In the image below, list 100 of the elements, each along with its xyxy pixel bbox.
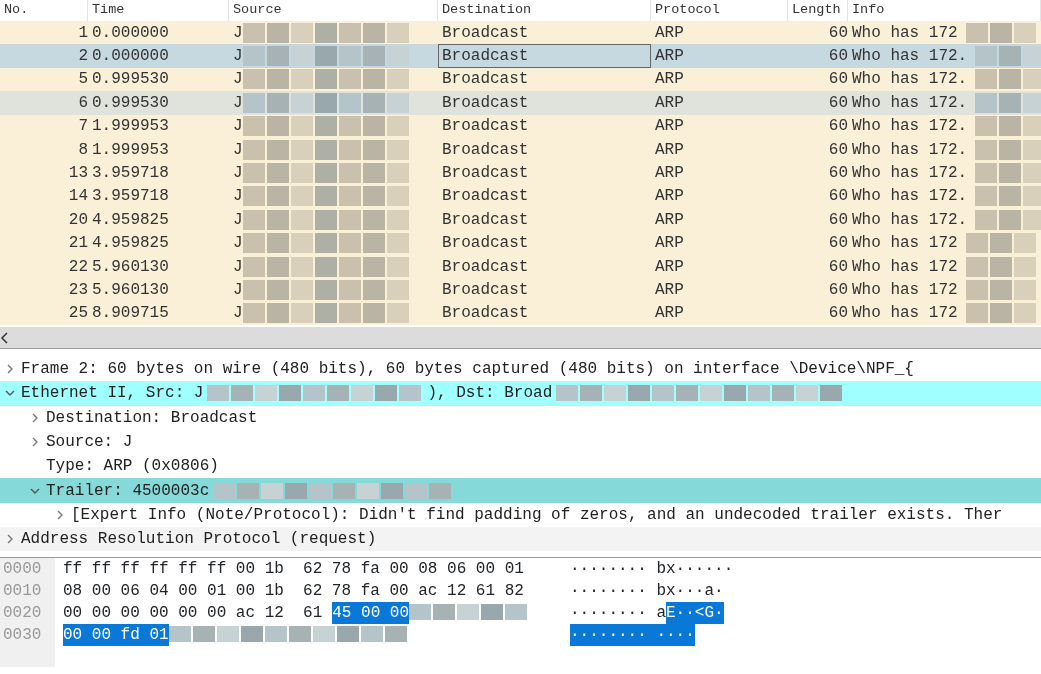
table-cell-text: ARP xyxy=(654,163,684,185)
tree-item-label: Frame 2: 60 bytes on wire (480 bits), 60 bytes captured (480 bits) on interface \Device\NPF_{ xyxy=(21,359,915,381)
table-cell-text: 23 xyxy=(68,280,88,301)
table-cell-text: ARP xyxy=(654,22,684,44)
byte-offset: 0000 xyxy=(3,559,42,580)
redaction-mark xyxy=(975,184,1041,209)
packet-row[interactable]: 14 3.959718 J Broadcast ARP 60 Who has 172. xyxy=(0,184,1041,209)
table-cell-text: 1.999953 xyxy=(91,139,169,161)
table-cell-text: ARP xyxy=(654,256,684,278)
table-cell-text: J xyxy=(232,22,243,44)
tree-row[interactable]: Ethernet II, Src: J ), Dst: Broad xyxy=(0,381,1041,406)
packet-row[interactable]: 21 4.959825 J Broadcast ARP 60 Who has 172 xyxy=(0,231,1041,255)
ascii-bytes: ········ ···· xyxy=(570,624,695,646)
table-cell-text: Broadcast xyxy=(441,256,529,278)
hex-bytes: 08 00 06 04 00 01 00 1b 62 78 fa 00 ac 12 61 82 xyxy=(63,581,524,602)
tree-row[interactable]: [Expert Info (Note/Protocol): Didn't find padding of zeros, and an undecoded trailer exists. Ther xyxy=(0,502,1041,528)
table-cell-text: Broadcast xyxy=(441,303,529,325)
packet-row[interactable]: 6 0.999530 J Broadcast ARP 60 Who has 172. xyxy=(0,91,1041,115)
table-cell-text: Who has 172. xyxy=(851,46,968,68)
table-cell-text: J xyxy=(232,303,243,325)
table-cell-text: J xyxy=(232,186,243,208)
hex-bytes: 00 00 fd 01 xyxy=(63,624,169,646)
table-cell-text: 1 xyxy=(78,22,88,44)
table-cell-text: 4.959825 xyxy=(91,209,169,231)
ascii-bytes: ········ a xyxy=(570,603,666,624)
redaction-mark xyxy=(975,44,1041,68)
tree-item-label: Ethernet II, Src: J xyxy=(21,383,205,405)
packet-row[interactable]: 22 5.960130 J Broadcast ARP 60 Who has 172 xyxy=(0,254,1041,279)
redaction-mark xyxy=(975,67,1041,92)
table-cell-text: 60 xyxy=(828,280,848,301)
table-cell-text: J xyxy=(232,116,243,138)
table-cell-text: 5.960130 xyxy=(91,256,169,278)
table-cell-text: J xyxy=(232,280,243,301)
table-cell-text: ARP xyxy=(654,116,684,138)
table-cell-text: Who has 172. xyxy=(851,139,968,161)
packet-row[interactable]: 5 0.999530 J Broadcast ARP 60 Who has 172. xyxy=(0,67,1041,92)
table-cell-text: Who has 172. xyxy=(851,163,968,185)
packet-row[interactable]: 23 5.960130 J Broadcast ARP 60 Who has 172 xyxy=(0,278,1041,302)
table-cell-text: 20 xyxy=(68,209,88,231)
table-cell-text: Broadcast xyxy=(441,69,529,91)
table-cell-text: Who has 172. xyxy=(851,69,968,91)
table-cell-text: J xyxy=(232,46,243,68)
table-cell-text: ARP xyxy=(654,233,684,255)
tree-item-label: Address Resolution Protocol (request) xyxy=(21,529,378,551)
packet-row[interactable]: 8 1.999953 J Broadcast ARP 60 Who has 172. xyxy=(0,137,1041,162)
table-cell-text: Who has 172. xyxy=(851,92,968,114)
table-cell-text: 3.959718 xyxy=(91,186,169,208)
byte-offset: 0020 xyxy=(3,603,42,624)
table-cell-text: Who has 172 xyxy=(851,233,958,255)
tree-item-label: Destination: Broadcast xyxy=(46,407,259,429)
redaction-mark xyxy=(975,137,1041,162)
redaction-mark xyxy=(975,161,1041,185)
table-cell-text: 14 xyxy=(68,186,88,208)
tree-row[interactable]: Frame 2: 60 bytes on wire (480 bits), 60 bytes captured (480 bits) on interface \Device\NPF_{ xyxy=(0,357,1041,382)
table-cell-text: Broadcast xyxy=(441,209,529,231)
table-cell-text: 60 xyxy=(828,186,848,208)
tree-item-label: [Expert Info (Note/Protocol): Didn't find padding of zeros, and an undecoded trailer exists. Ther xyxy=(71,504,1004,526)
table-cell-text: Broadcast xyxy=(441,116,529,138)
tree-row[interactable]: Address Resolution Protocol (request) xyxy=(0,527,1041,552)
table-cell-text: 4.959825 xyxy=(91,233,169,255)
table-cell-text: 21 xyxy=(68,233,88,255)
table-cell-text: 60 xyxy=(828,163,848,185)
table-cell-text: 8.909715 xyxy=(91,303,169,325)
table-cell-text: 0.999530 xyxy=(91,69,169,91)
table-cell-text: J xyxy=(232,92,243,114)
table-cell-text: J xyxy=(232,139,243,161)
redaction-mark xyxy=(975,114,1041,138)
packet-row[interactable]: 7 1.999953 J Broadcast ARP 60 Who has 172. xyxy=(0,114,1041,138)
table-cell-text: Who has 172. xyxy=(851,186,968,208)
tree-row[interactable]: Type: ARP (0x0806) xyxy=(0,454,1041,479)
redaction-mark xyxy=(975,208,1041,232)
tree-row[interactable]: Source: J xyxy=(0,429,1041,455)
packet-row[interactable]: 25 8.909715 J Broadcast ARP 60 Who has 172 xyxy=(0,301,1041,326)
table-cell-text: Who has 172. xyxy=(851,209,968,231)
table-cell-text: Broadcast xyxy=(441,139,529,161)
table-cell-text: Who has 172 xyxy=(851,256,958,278)
table-cell-text: 0.000000 xyxy=(91,22,169,44)
scroll-left-icon[interactable] xyxy=(0,331,10,344)
packet-row[interactable]: 2 0.000000 J Broadcast ARP 60 Who has 172. xyxy=(0,44,1041,68)
tree-row[interactable]: Trailer: 4500003c xyxy=(0,478,1041,503)
table-cell-text: Broadcast xyxy=(441,280,529,301)
table-cell-text: J xyxy=(232,233,243,255)
ascii-bytes: E··<G· xyxy=(666,602,724,624)
table-cell-text: Who has 172. xyxy=(851,116,968,138)
packet-row[interactable]: 13 3.959718 J Broadcast ARP 60 Who has 172. xyxy=(0,161,1041,185)
table-cell-text: ARP xyxy=(654,139,684,161)
table-cell-text: Who has 172 xyxy=(851,280,958,301)
packet-row[interactable]: 20 4.959825 J Broadcast ARP 60 Who has 172. xyxy=(0,208,1041,232)
table-cell-text: 25 xyxy=(68,303,88,325)
packet-row[interactable]: 1 0.000000 J Broadcast ARP 60 Who has 172 xyxy=(0,21,1041,45)
table-cell-text: 1.999953 xyxy=(91,116,169,138)
table-cell-text: ARP xyxy=(654,186,684,208)
ascii-bytes: ········ bx······ xyxy=(570,559,734,580)
table-cell-text: 60 xyxy=(828,22,848,44)
hex-bytes: 00 00 00 00 00 00 ac 12 61 xyxy=(63,603,323,624)
tree-item-label: Trailer: 4500003c xyxy=(46,480,211,502)
tree-row[interactable]: Destination: Broadcast xyxy=(0,405,1041,430)
table-cell-text: J xyxy=(232,163,243,185)
tree-item-label: Source: J xyxy=(46,432,134,454)
table-cell-text: ARP xyxy=(654,280,684,301)
